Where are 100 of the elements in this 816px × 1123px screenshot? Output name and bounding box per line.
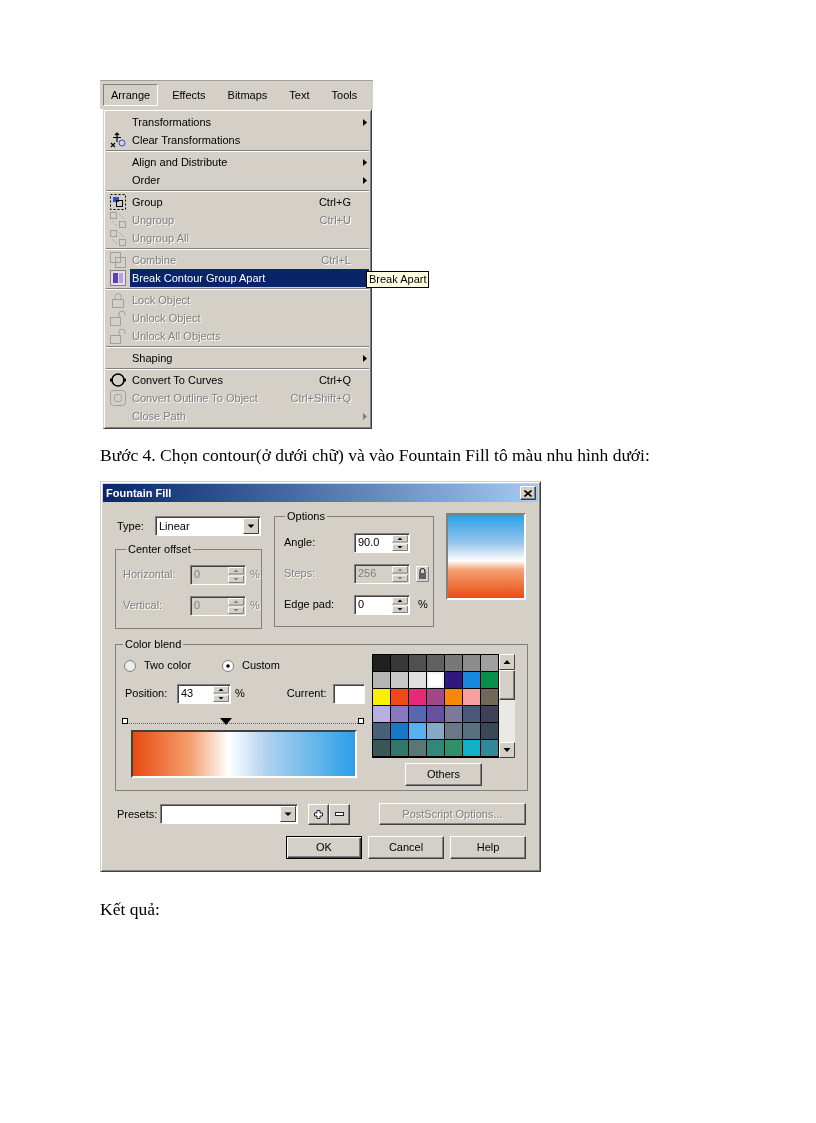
color-swatch[interactable]: [463, 740, 480, 757]
radio-option[interactable]: Two color: [122, 657, 222, 674]
group-title: Color blend: [124, 637, 183, 652]
color-swatch[interactable]: [391, 671, 408, 688]
color-swatch[interactable]: [463, 723, 480, 740]
color-swatch[interactable]: [445, 706, 462, 722]
color-swatch[interactable]: [373, 740, 390, 757]
presets-dropdown[interactable]: [160, 804, 298, 824]
menu-item[interactable]: Shaping: [130, 349, 369, 367]
menu-bar-item[interactable]: Text: [281, 84, 318, 106]
spin-arrows-icon[interactable]: [392, 534, 408, 551]
radio-option[interactable]: Custom: [222, 657, 280, 674]
number-field[interactable]: 90.0: [354, 532, 410, 553]
color-swatch[interactable]: [481, 671, 498, 688]
plus-icon: [314, 809, 323, 819]
menu-item[interactable]: Order: [130, 171, 369, 189]
menu-item[interactable]: Break Contour Group Apart: [130, 269, 369, 287]
color-swatch[interactable]: [409, 654, 426, 671]
others-button[interactable]: Others: [405, 762, 482, 786]
color-swatch[interactable]: [427, 740, 444, 757]
split-rectangle-icon: [110, 270, 126, 286]
menu-item[interactable]: Group Ctrl+G: [130, 193, 369, 211]
padlock-icon[interactable]: [416, 565, 429, 582]
window-title: Fountain Fill: [106, 485, 172, 501]
slider-end-marker[interactable]: [358, 717, 364, 724]
number-field[interactable]: 43: [177, 683, 231, 704]
color-swatch[interactable]: [445, 723, 462, 740]
color-swatch[interactable]: [409, 706, 426, 722]
color-swatch[interactable]: [427, 706, 444, 722]
scroll-thumb[interactable]: [499, 669, 515, 700]
menu-bar-item[interactable]: Bitmaps: [219, 84, 276, 106]
type-label: Type:: [116, 518, 145, 534]
color-swatch[interactable]: [427, 671, 444, 688]
color-swatch[interactable]: [373, 688, 390, 705]
color-swatch[interactable]: [427, 654, 444, 671]
color-swatch[interactable]: [391, 706, 408, 722]
color-swatch[interactable]: [373, 654, 390, 671]
menu-bar-item[interactable]: Effects: [164, 84, 214, 106]
field-label: Edge pad:: [284, 597, 336, 613]
menu-bar-item[interactable]: Tools: [323, 84, 366, 106]
color-swatch[interactable]: [481, 688, 498, 705]
field-label: Current:: [286, 686, 327, 702]
add-preset-button[interactable]: [308, 803, 329, 825]
dropdown-arrow-icon[interactable]: [243, 518, 259, 534]
color-swatch[interactable]: [373, 706, 390, 722]
color-swatch[interactable]: [481, 706, 498, 722]
field-label: Position:: [124, 686, 169, 702]
color-swatch[interactable]: [427, 723, 444, 740]
field-label: Horizontal:: [123, 567, 177, 583]
color-swatch[interactable]: [463, 688, 480, 705]
group-title: Options: [286, 509, 326, 524]
dialog-button[interactable]: Cancel: [368, 836, 444, 859]
field-label: Vertical:: [123, 598, 164, 614]
color-swatch[interactable]: [391, 654, 408, 671]
menu-item[interactable]: Clear Transformations: [130, 131, 369, 149]
separated-squares-icon: [110, 212, 126, 228]
color-swatch[interactable]: [463, 671, 480, 688]
number-field[interactable]: 0: [354, 594, 410, 615]
close-button[interactable]: [520, 486, 536, 500]
palette-scrollbar[interactable]: [499, 653, 515, 758]
color-swatch[interactable]: [445, 671, 462, 688]
shortcut-text: Ctrl+Shift+Q: [290, 390, 351, 406]
color-swatch[interactable]: [409, 740, 426, 757]
color-swatch[interactable]: [373, 671, 390, 688]
field-label: Angle:: [284, 535, 317, 551]
color-swatch[interactable]: [445, 654, 462, 671]
color-swatch[interactable]: [409, 723, 426, 740]
color-swatch[interactable]: [481, 654, 498, 671]
color-swatch[interactable]: [409, 671, 426, 688]
color-swatch[interactable]: [391, 723, 408, 740]
color-swatch[interactable]: [481, 723, 498, 740]
menu-item[interactable]: Transformations: [130, 113, 369, 131]
color-swatch[interactable]: [391, 740, 408, 757]
field-label: Steps:: [284, 566, 317, 582]
color-swatch[interactable]: [445, 688, 462, 705]
remove-preset-button[interactable]: [329, 803, 350, 825]
color-swatch[interactable]: [409, 688, 426, 705]
color-swatch[interactable]: [463, 706, 480, 722]
nested-squares-icon: [110, 390, 126, 406]
color-swatch[interactable]: [463, 654, 480, 671]
blend-slider-track[interactable]: [122, 716, 364, 724]
color-swatch[interactable]: [373, 723, 390, 740]
menu-item[interactable]: Convert To Curves Ctrl+Q: [130, 371, 369, 389]
spin-arrows-icon[interactable]: [392, 596, 408, 613]
color-swatch[interactable]: [391, 688, 408, 705]
color-swatch[interactable]: [445, 740, 462, 757]
submenu-arrow-icon: [363, 118, 367, 126]
spin-arrows-icon[interactable]: [213, 685, 229, 702]
instruction-text: Bước 4. Chọn contour(ở dưới chữ) và vào Fountain Fill tô màu nhu hình dưới:: [100, 445, 650, 465]
type-dropdown[interactable]: Linear: [155, 516, 261, 536]
dialog-button[interactable]: OK: [286, 836, 362, 859]
scroll-down-arrow-icon[interactable]: [499, 741, 515, 758]
dropdown-arrow-icon[interactable]: [280, 806, 296, 822]
slider-end-marker[interactable]: [122, 717, 128, 724]
dialog-button[interactable]: Help: [450, 836, 526, 859]
menu-item[interactable]: Align and Distribute: [130, 153, 369, 171]
slider-thumb[interactable]: [220, 717, 233, 725]
scroll-up-arrow-icon[interactable]: [499, 653, 515, 670]
color-swatch[interactable]: [481, 740, 498, 757]
menu-bar-item[interactable]: Arrange: [103, 84, 159, 106]
